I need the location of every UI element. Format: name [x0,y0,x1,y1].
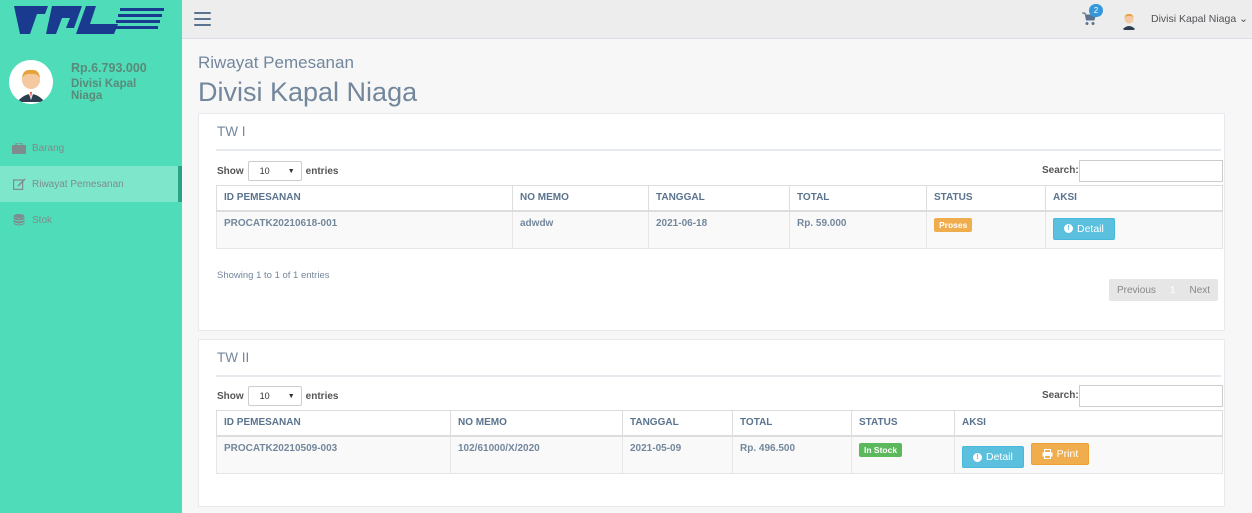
entries-length-control: Show 10 ▼ entries [217,161,338,181]
caret-down-icon: ▼ [287,167,295,175]
avatar [9,60,53,104]
column-header[interactable]: AKSI [954,410,1223,437]
search-label: Search: [1042,390,1079,401]
sidebar-item-stok[interactable]: Stok [0,202,182,238]
detail-button[interactable]: ! Detail [962,446,1024,468]
column-header[interactable]: TANGGAL [648,185,790,212]
app-logo[interactable] [0,0,182,40]
info-icon: ! [973,452,982,462]
entries-select[interactable]: 10 ▼ [247,161,302,181]
panel-title: TW II [217,350,250,365]
order-total: Rp. 496.500 [732,435,852,474]
caret-down-icon: ▼ [287,392,295,400]
column-header[interactable]: STATUS [851,410,955,437]
detail-button-label: Detail [1077,222,1104,235]
order-date: 2021-05-09 [622,435,733,474]
edit-icon [11,178,27,190]
entries-select-value: 10 [259,166,270,176]
order-id: PROCATK20210618-001 [216,210,513,249]
entries-select[interactable]: 10 ▼ [247,386,302,406]
status-badge: Proses [934,217,973,232]
cart-count-badge: 2 [1089,4,1103,17]
briefcase-icon [11,142,27,154]
profile-block: Rp.6.793.000 Divisi Kapal Niaga [0,40,182,128]
order-date: 2021-06-18 [648,210,790,249]
main-content: Riwayat Pemesanan Divisi Kapal Niaga TW … [182,40,1252,513]
table-row: PROCATK20210618-001 adwdw 2021-06-18 Rp.… [216,210,1223,249]
show-label: Show [217,390,244,402]
page-title: Divisi Kapal Niaga [198,77,418,107]
column-header[interactable]: ID PEMESANAN [216,410,451,437]
user-avatar[interactable] [1118,9,1140,31]
sidebar: Rp.6.793.000 Divisi Kapal Niaga Barang R… [0,0,182,513]
column-header[interactable]: TOTAL [732,410,852,437]
user-name-label: Divisi Kapal Niaga [1151,13,1237,25]
panel-tw-1: TW I Show 10 ▼ entries Search: ID PEMESA… [198,113,1225,331]
orders-table: ID PEMESANAN NO MEMO TANGGAL TOTAL STATU… [216,410,1223,474]
pagination: Previous 1 Next [1109,279,1219,301]
detail-button-label: Detail [986,451,1013,463]
sidebar-item-riwayat-pemesanan[interactable]: Riwayat Pemesanan [0,166,182,202]
sidebar-menu: Barang Riwayat Pemesanan Stok [0,130,182,238]
table-info: Showing 1 to 1 of 1 entries [217,270,330,281]
info-icon: ! [1064,224,1073,233]
pal-logo-icon [14,6,164,34]
column-header[interactable]: TOTAL [789,185,927,212]
database-icon [11,214,27,226]
show-label: Show [217,165,244,177]
balance-amount: Rp.6.793.000 [71,61,147,75]
search-input[interactable] [1079,385,1223,407]
status-badge: In Stock [859,442,903,457]
column-header[interactable]: NO MEMO [450,410,623,437]
previous-page-button[interactable]: Previous [1109,279,1164,301]
memo-number: adwdw [512,210,649,249]
division-name: Divisi Kapal Niaga [71,78,137,102]
entries-label: entries [305,165,339,177]
orders-table: ID PEMESANAN NO MEMO TANGGAL TOTAL STATU… [216,185,1223,249]
entries-label: entries [305,390,339,402]
sidebar-item-label: Stok [32,214,53,226]
page-1-button[interactable]: 1 [1164,279,1182,301]
panel-tw-2: TW II Show 10 ▼ entries Search: ID PEMES… [198,339,1225,507]
menu-toggle-icon[interactable] [194,12,211,26]
column-header[interactable]: ID PEMESANAN [216,185,513,212]
page-subtitle: Riwayat Pemesanan [198,53,354,72]
panel-title: TW I [217,124,246,139]
entries-select-value: 10 [259,391,270,401]
print-icon [1042,448,1053,459]
column-header[interactable]: AKSI [1045,185,1223,212]
table-row: PROCATK20210509-003 102/61000/X/2020 202… [216,435,1223,474]
sidebar-item-label: Riwayat Pemesanan [32,178,124,190]
print-button-label: Print [1056,447,1079,460]
column-header[interactable]: TANGGAL [622,410,733,437]
detail-button[interactable]: ! Detail [1053,217,1115,240]
order-total: Rp. 59.000 [789,210,927,249]
column-header[interactable]: NO MEMO [512,185,649,212]
column-header[interactable]: STATUS [926,185,1046,212]
user-menu-toggle[interactable]: Divisi Kapal Niaga ⌄ [1151,13,1248,25]
sidebar-item-label: Barang [32,142,65,154]
search-input[interactable] [1079,160,1223,182]
order-id: PROCATK20210509-003 [216,435,451,474]
top-navbar: 2 Divisi Kapal Niaga ⌄ [182,0,1252,39]
search-label: Search: [1042,165,1079,176]
entries-length-control: Show 10 ▼ entries [217,386,338,406]
memo-number: 102/61000/X/2020 [450,435,623,474]
next-page-button[interactable]: Next [1181,279,1218,301]
chevron-down-icon: ⌄ [1239,13,1248,25]
print-button[interactable]: Print [1030,442,1090,465]
sidebar-item-barang[interactable]: Barang [0,130,182,166]
